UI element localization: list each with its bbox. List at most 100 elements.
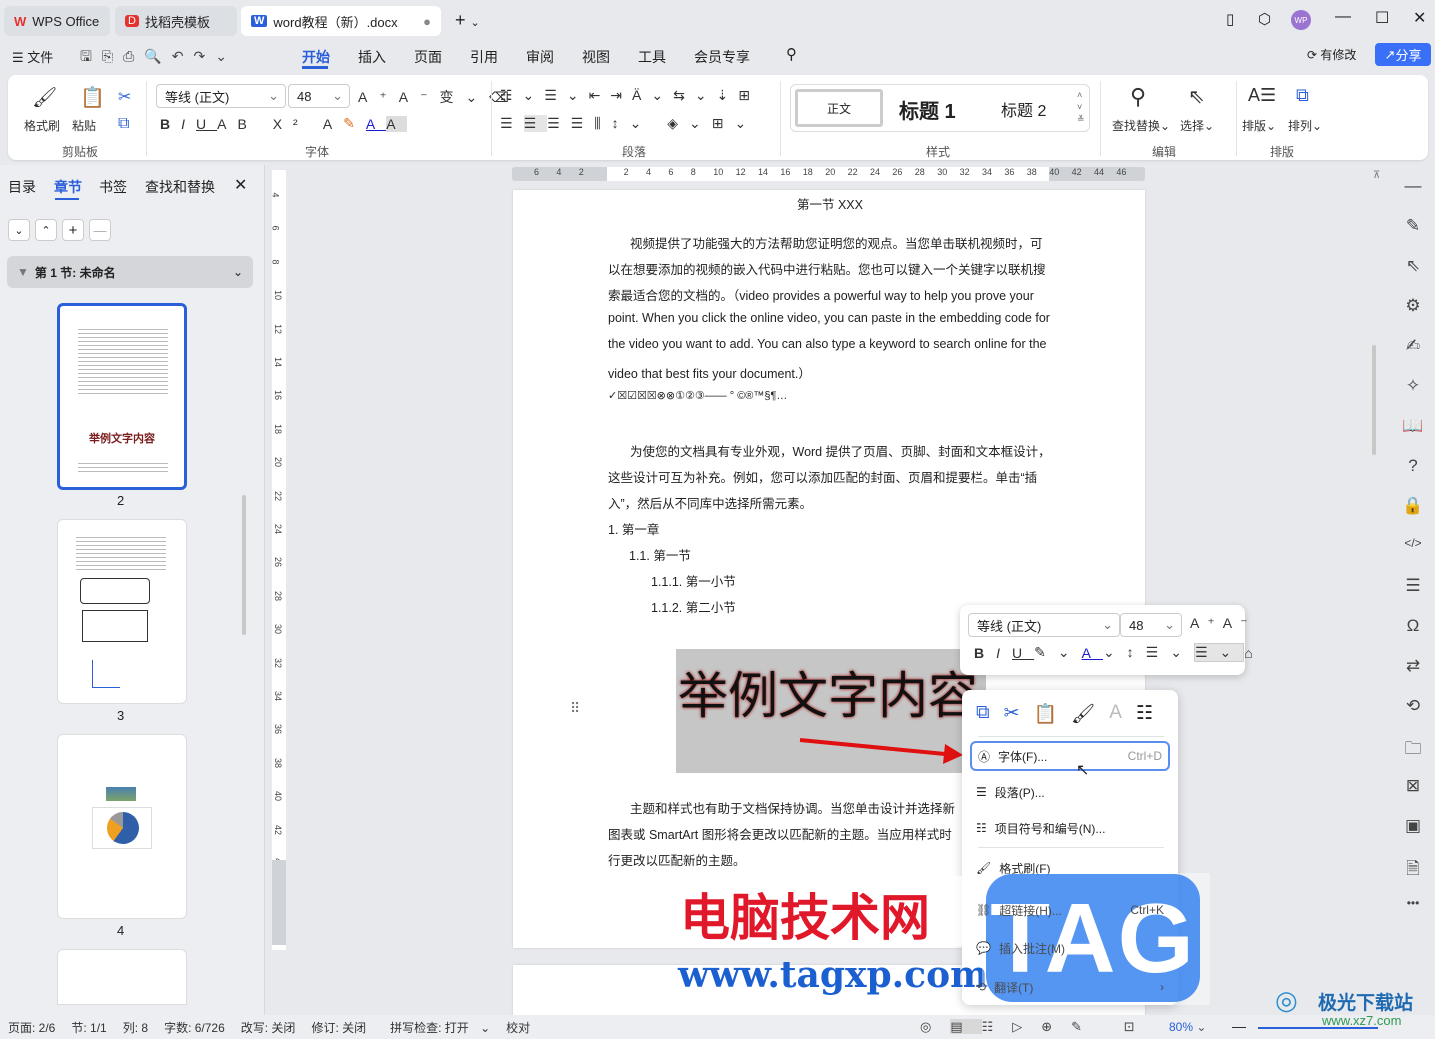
menu-item-translate[interactable]: ⟲ 翻译(T) › <box>970 972 1170 1002</box>
paste-icon[interactable]: 📋 <box>80 85 105 110</box>
paste-format-icon[interactable]: 🖌 <box>1071 702 1095 726</box>
format-painter-icon[interactable]: 🖌 <box>32 85 57 110</box>
tab-document[interactable]: Wword教程（新）.docx ● <box>241 6 441 36</box>
excel-icon[interactable]: ⊠ <box>1397 776 1429 796</box>
modified-status[interactable]: ⟳ 有修改 <box>1307 46 1356 63</box>
style-normal[interactable]: 正文 <box>795 89 883 127</box>
font-size-tools[interactable]: A⁺A⁻变⌄⌫ <box>358 87 521 107</box>
view-mode-buttons[interactable]: ◎▤☷▷⊕✎ ⊡ <box>920 1019 1154 1035</box>
tab-page[interactable]: 页面 <box>414 47 442 67</box>
search-icon[interactable]: ⚲ <box>786 45 797 63</box>
adjust-icon[interactable]: ⚙ <box>1397 296 1429 316</box>
tab-template[interactable]: D 找稻壳模板 <box>115 6 237 36</box>
tab-wps-office[interactable]: W WPS Office <box>4 6 110 36</box>
typeset-icon[interactable]: A☰ <box>1248 85 1276 106</box>
lock-icon[interactable]: 🔒 <box>1397 496 1429 516</box>
style-heading-1[interactable]: 标题 1 <box>899 95 956 124</box>
magic-icon[interactable]: ✧ <box>1397 376 1429 396</box>
tab-home[interactable]: 开始 <box>302 47 330 67</box>
paste-button[interactable]: 粘贴 <box>72 117 96 134</box>
tab-sections[interactable]: 章节 <box>54 177 82 197</box>
tab-bookmarks[interactable]: 书签 <box>99 177 127 197</box>
folder-icon[interactable]: 🗀 <box>1397 736 1429 765</box>
styles-scroll[interactable]: ˄ ˅ ≚ <box>1077 89 1085 125</box>
paste-special-icon[interactable]: ☷ <box>1136 702 1153 726</box>
reading-mode-icon[interactable]: ▯ <box>1226 10 1234 28</box>
status-overtype[interactable]: 改写: 关闭 <box>233 1019 304 1036</box>
pen-icon[interactable]: ✎ <box>1397 216 1429 236</box>
remove-section-button[interactable]: — <box>89 219 111 241</box>
tab-references[interactable]: 引用 <box>470 47 498 67</box>
doc-search-icon[interactable]: 🗎 <box>1397 856 1429 885</box>
maximize-button[interactable]: ☐ <box>1375 8 1389 28</box>
select-cursor-icon[interactable]: ⇖ <box>1188 84 1205 109</box>
select-button[interactable]: 选择 ⌄ <box>1180 117 1214 134</box>
history-icon[interactable]: ⟲ <box>1397 696 1429 716</box>
tab-review[interactable]: 审阅 <box>526 47 554 67</box>
cut-icon[interactable]: ✂ <box>1004 702 1020 726</box>
doc-check-icon[interactable]: ▣ <box>1397 816 1429 836</box>
panel-scrollbar[interactable] <box>242 495 246 635</box>
status-column[interactable]: 列: 8 <box>115 1019 156 1036</box>
avatar[interactable]: WP <box>1291 10 1311 30</box>
format-painter-button[interactable]: 格式刷 <box>24 117 60 134</box>
mini-format-buttons[interactable]: B I U ✎⌄ A ⌄↕☰⌄ ☰⌄ ⌂ <box>974 643 1265 662</box>
more-icon[interactable]: ••• <box>1397 896 1429 910</box>
translate-icon[interactable]: ⇄ <box>1397 656 1429 676</box>
move-up-button[interactable]: ⌃ <box>35 219 57 241</box>
tab-insert[interactable]: 插入 <box>358 47 386 67</box>
menu-item-format-painter[interactable]: 🖌 格式刷(F) <box>970 853 1170 883</box>
menu-item-paragraph[interactable]: ☰ 段落(P)... <box>970 777 1170 807</box>
zoom-slider[interactable] <box>1258 1027 1378 1029</box>
status-spellcheck[interactable]: 拼写检查: 打开 ⌄ <box>374 1019 498 1036</box>
copy-icon[interactable]: ⧉ <box>118 115 129 133</box>
zoom-level[interactable]: 80% ⌄ <box>1169 1020 1206 1034</box>
paragraph-align-buttons[interactable]: ☰ ☰ ☰☰⫼↕⌄ ◈⌄⊞⌄ <box>500 115 757 132</box>
paste-text-icon[interactable]: A <box>1109 702 1122 726</box>
arrange-button[interactable]: 排列 ⌄ <box>1288 117 1322 134</box>
page-thumbnail-4[interactable] <box>57 734 187 919</box>
font-format-buttons[interactable]: B I U AB X² A ✎ A A <box>160 115 407 132</box>
find-replace-icon[interactable]: ⚲ <box>1130 84 1146 110</box>
zoom-out-button[interactable]: — <box>1232 1018 1246 1034</box>
style-heading-2[interactable]: 标题 2 <box>1001 97 1046 121</box>
section-header[interactable]: ▼ 第 1 节: 未命名 ⌄ <box>7 256 253 288</box>
arrange-icon[interactable]: ⧉ <box>1296 85 1309 106</box>
document-scrollbar[interactable] <box>1372 345 1376 455</box>
tab-toc[interactable]: 目录 <box>8 177 36 197</box>
menu-item-bullets[interactable]: ☷ 项目符号和编号(N)... <box>970 813 1170 843</box>
page-thumbnail-2[interactable]: 举例文字内容 <box>57 303 187 490</box>
status-section[interactable]: 节: 1/1 <box>63 1019 114 1036</box>
status-page[interactable]: 页面: 2/6 <box>0 1019 63 1036</box>
font-name-select[interactable]: 等线 (正文) ⌄ <box>156 84 286 108</box>
paragraph-tools-row1[interactable]: ☷⌄☰⌄⇤⇥Ä⌄⇆⌄⇣⊞ <box>500 87 760 104</box>
mini-font-select[interactable]: 等线 (正文) ⌄ <box>968 613 1120 637</box>
menu-item-font[interactable]: Ⓐ 字体(F)... Ctrl+D <box>970 741 1170 771</box>
font-size-select[interactable]: 48 ⌄ <box>288 84 350 108</box>
move-down-button[interactable]: ⌄ <box>8 219 30 241</box>
page-thumbnail-5[interactable] <box>57 949 187 1005</box>
menu-item-comment[interactable]: 💬 插入批注(M) <box>970 933 1170 963</box>
drag-handle-icon[interactable]: ⠿ <box>570 700 580 717</box>
close-window-button[interactable]: ✕ <box>1413 8 1426 28</box>
cut-icon[interactable]: ✂ <box>118 87 131 107</box>
ruler-toggle-icon[interactable]: ⊼ <box>1373 170 1380 181</box>
cube-icon[interactable]: ⬡ <box>1258 10 1271 28</box>
list-icon[interactable]: ☰ <box>1397 576 1429 596</box>
headset-icon[interactable]: Ω <box>1397 616 1429 636</box>
tab-member[interactable]: 会员专享 <box>694 47 750 67</box>
book-icon[interactable]: 📖 <box>1397 416 1429 436</box>
tab-find-replace[interactable]: 查找和替换 <box>145 177 215 197</box>
find-replace-button[interactable]: 查找替换 ⌄ <box>1112 117 1170 134</box>
tab-view[interactable]: 视图 <box>582 47 610 67</box>
mini-grow-shrink[interactable]: A⁺A⁻ <box>1190 615 1255 632</box>
copy-icon[interactable]: ⧉ <box>976 702 990 726</box>
ai-icon[interactable]: ✍ <box>1397 336 1429 356</box>
close-panel-icon[interactable]: ✕ <box>234 175 247 195</box>
select-icon[interactable]: ⇖ <box>1397 256 1429 276</box>
paste-icon[interactable]: 📋 <box>1034 702 1058 726</box>
help-icon[interactable]: ? <box>1397 456 1429 476</box>
minimize-button[interactable]: — <box>1335 8 1351 26</box>
new-tab-button[interactable]: + ⌄ <box>455 10 480 31</box>
collapse-icon[interactable]: — <box>1397 176 1429 196</box>
